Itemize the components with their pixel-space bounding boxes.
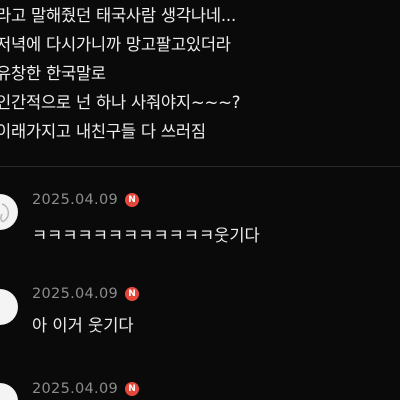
profile-icon [0, 290, 17, 324]
new-badge: N [125, 382, 140, 396]
profile-icon [0, 195, 17, 229]
comment-text: ㅋㅋㅋㅋㅋㅋㅋㅋㅋㅋㅋㅋ웃기다 [32, 226, 260, 245]
avatar[interactable] [0, 194, 18, 230]
section-divider [0, 166, 400, 167]
new-badge: N [125, 287, 140, 301]
comment-meta: 2025.04.09 N [32, 190, 140, 210]
post-line: 유창한 한국말로 [0, 64, 106, 83]
post-line: 이래가지고 내친구들 다 쓰러짐 [0, 122, 206, 141]
avatar[interactable] [0, 383, 18, 400]
post-line: 라고 말해줬던 태국사람 생각나네... [0, 6, 236, 25]
comment-date: 2025.04.09 [32, 286, 119, 302]
comment-meta: 2025.04.09 N [32, 379, 140, 399]
comment-meta: 2025.04.09 N [32, 284, 140, 304]
profile-icon [0, 384, 17, 400]
community-screen: 라고 말해줬던 태국사람 생각나네... 저녁에 다시가니까 망고팔고있더라 유… [0, 0, 400, 400]
post-line: 인간적으로 넌 하나 사줘야지~~~? [0, 93, 241, 112]
comment-date: 2025.04.09 [32, 381, 119, 397]
comment-text: 아 이거 웃기다 [32, 316, 134, 335]
comment-date: 2025.04.09 [32, 192, 119, 208]
post-line: 저녁에 다시가니까 망고팔고있더라 [0, 35, 231, 54]
new-badge: N [125, 193, 140, 207]
avatar[interactable] [0, 289, 18, 325]
